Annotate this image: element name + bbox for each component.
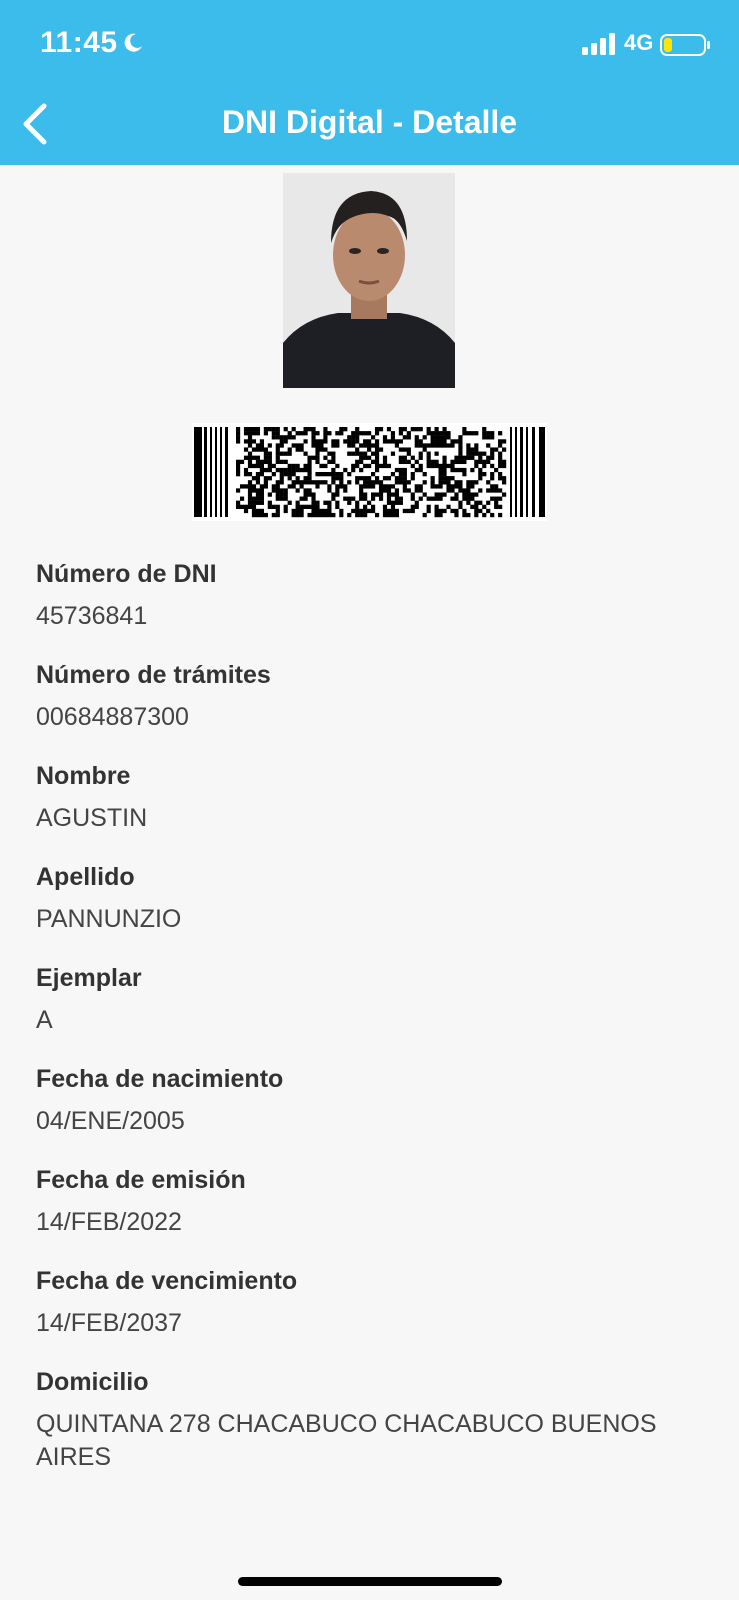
field-first-name: Nombre AGUSTIN (36, 758, 706, 835)
signal-icon (582, 33, 618, 55)
field-value: AGUSTIN (36, 804, 148, 832)
field-label: Fecha de vencimiento (36, 1267, 298, 1295)
pdf417-barcode (192, 423, 547, 521)
field-value: 00684887300 (36, 703, 189, 731)
moon-icon (122, 32, 144, 54)
field-label: Domicilio (36, 1368, 149, 1396)
network-label: 4G (624, 30, 654, 55)
field-label: Número de trámites (36, 661, 271, 689)
home-indicator (238, 1577, 502, 1586)
id-photo (283, 173, 455, 388)
field-label: Fecha de nacimiento (36, 1065, 284, 1093)
page-title: DNI Digital - Detalle (221, 104, 518, 140)
field-label: Fecha de emisión (36, 1166, 246, 1194)
field-label: Número de DNI (36, 560, 217, 588)
status-time: 11:45 (40, 26, 118, 59)
field-birth-date: Fecha de nacimiento 04/ENE/2005 (36, 1061, 706, 1138)
field-value: A (36, 1006, 53, 1034)
top-app-bar: 11:45 4G DNI Digital - Detalle (0, 0, 739, 165)
field-label: Nombre (36, 762, 131, 790)
field-value: 14/FEB/2037 (36, 1309, 182, 1337)
field-tramite-number: Número de trámites 00684887300 (36, 657, 706, 734)
field-label: Apellido (36, 863, 135, 891)
field-value: 04/ENE/2005 (36, 1107, 185, 1135)
field-value: QUINTANA 278 CHACABUCO CHACABUCO BUENOS … (36, 1410, 657, 1471)
field-ejemplar: Ejemplar A (36, 960, 706, 1037)
field-value: PANNUNZIO (36, 905, 182, 933)
field-expiry-date: Fecha de vencimiento 14/FEB/2037 (36, 1263, 706, 1340)
field-issue-date: Fecha de emisión 14/FEB/2022 (36, 1162, 706, 1239)
field-label: Ejemplar (36, 964, 142, 992)
field-value: 45736841 (36, 602, 148, 630)
field-dni-number: Número de DNI 45736841 (36, 556, 706, 633)
battery-icon (660, 33, 712, 57)
field-last-name: Apellido PANNUNZIO (36, 859, 706, 936)
field-address: Domicilio QUINTANA 278 CHACABUCO CHACABU… (36, 1364, 706, 1474)
dni-fields: Número de DNI 45736841 Número de trámite… (36, 556, 706, 1498)
field-value: 14/FEB/2022 (36, 1208, 182, 1236)
